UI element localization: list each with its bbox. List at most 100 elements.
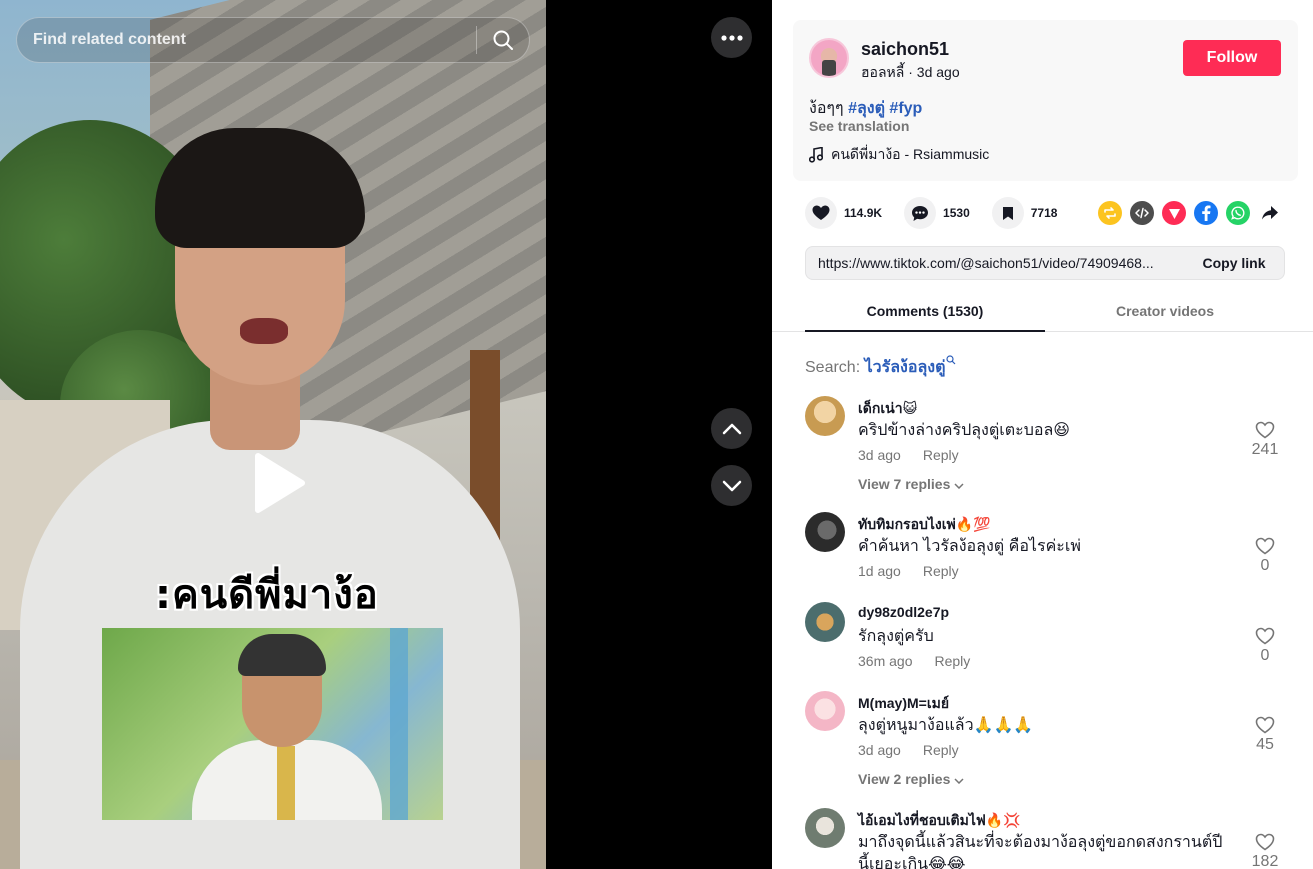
comment-search-suggestion[interactable]: Search: ไวรัลง้อลุงตู่ [805, 355, 956, 380]
tab-creator-videos[interactable]: Creator videos [1045, 296, 1285, 332]
comment-like-button[interactable]: 182 [1245, 833, 1285, 869]
chevron-down-icon [954, 778, 964, 785]
description-text: ง้อๆๆ [809, 100, 849, 117]
comment-like-button[interactable]: 45 [1245, 716, 1285, 754]
copy-link-button[interactable]: Copy link [1184, 255, 1284, 271]
reply-button[interactable]: Reply [923, 742, 959, 758]
comment-text: รักลุงตู่ครับ [858, 628, 934, 645]
like-icon-wrap [805, 197, 837, 229]
comment-like-count: 182 [1251, 853, 1279, 869]
video-area: :คนดีพี่มาง้อ [0, 0, 772, 869]
comment-meta: 3d ago Reply [858, 742, 959, 758]
whatsapp-icon[interactable] [1226, 201, 1250, 225]
view-replies-label: View 7 replies [858, 476, 951, 492]
inset-background [390, 628, 408, 820]
comment-text: ลุงตู่หนูมาง้อแล้ว🙏🙏🙏 [858, 717, 1034, 734]
view-replies-button[interactable]: View 2 replies [858, 771, 964, 787]
tab-comments[interactable]: Comments (1530) [805, 296, 1045, 332]
repost-icon[interactable] [1098, 201, 1122, 225]
commenter-username[interactable]: ไอ้เอมไงที่ชอบเติมไฟ🔥💢 [858, 810, 1021, 832]
author-avatar[interactable] [809, 38, 849, 78]
save-button[interactable]: 7718 [991, 197, 1058, 229]
video-url[interactable]: https://www.tiktok.com/@saichon51/video/… [806, 255, 1184, 271]
see-translation-link[interactable]: See translation [809, 118, 909, 134]
comment-time: 3d ago [858, 447, 901, 463]
previous-video-button[interactable] [711, 408, 752, 449]
hashtag-link[interactable]: #fyp [889, 100, 922, 117]
comment-like-button[interactable]: 241 [1245, 421, 1285, 459]
repost-glyph [1104, 207, 1116, 219]
comment-like-count: 0 [1260, 557, 1270, 574]
details-panel: saichon51 ฮอลหลี้ · 3d ago Follow ง้อๆๆ … [772, 0, 1313, 869]
more-options-button[interactable] [711, 17, 752, 58]
comment-text: มาถึงจุดนี้แล้วสินะที่จะต้องมาง้อลุงตู่ข… [858, 834, 1223, 869]
video-player[interactable]: :คนดีพี่มาง้อ [0, 0, 546, 869]
chevron-up-icon [722, 423, 741, 434]
search-icon [946, 355, 956, 365]
comment-item: dy98z0dl2e7p รักลุงตู่ครับ 36m ago Reply … [805, 602, 1285, 677]
commenter-avatar[interactable] [805, 808, 845, 848]
facebook-glyph [1202, 205, 1211, 221]
comment-search-keyword[interactable]: ไวรัลง้อลุงตู่ [865, 359, 946, 376]
bookmark-icon [1002, 206, 1013, 220]
save-icon-wrap [991, 197, 1024, 229]
inset-person [277, 746, 295, 820]
more-icon [720, 34, 743, 41]
commenter-avatar[interactable] [805, 512, 845, 552]
comment-count: 1530 [943, 206, 970, 220]
save-count: 7718 [1030, 206, 1058, 220]
comment-item: ทับทิมกรอบไงเพ่🔥💯 คำค้นหา ไวรัลง้อลุงตู่… [805, 512, 1285, 587]
reply-button[interactable]: Reply [923, 563, 959, 579]
hashtag-link[interactable]: #ลุงตู่ [848, 100, 885, 117]
like-count: 114.9K [844, 206, 883, 220]
app-root: :คนดีพี่มาง้อ Find related content saich… [0, 0, 1313, 869]
comment-time: 3d ago [858, 742, 901, 758]
facebook-icon[interactable] [1194, 201, 1218, 225]
comment-like-count: 241 [1251, 441, 1279, 458]
comment-like-button[interactable]: 0 [1245, 627, 1285, 665]
next-video-button[interactable] [711, 465, 752, 506]
commenter-avatar[interactable] [805, 602, 845, 642]
reply-button[interactable]: Reply [934, 653, 970, 669]
comment-search-label: Search: [805, 359, 865, 376]
copy-link-box: https://www.tiktok.com/@saichon51/video/… [805, 246, 1285, 280]
comment-item: M(may)M=เมย์ ลุงตู่หนูมาง้อแล้ว🙏🙏🙏 3d ag… [805, 691, 1285, 796]
comment-time: 1d ago [858, 563, 901, 579]
embed-icon[interactable] [1130, 201, 1154, 225]
comment-button[interactable]: 1530 [904, 197, 970, 229]
comment-meta: 3d ago Reply [858, 447, 959, 463]
reply-button[interactable]: Reply [923, 447, 959, 463]
commenter-username[interactable]: dy98z0dl2e7p [858, 604, 949, 620]
share-arrow-glyph [1262, 206, 1278, 220]
music-title: คนดีพี่มาง้อ - Rsiammusic [831, 146, 990, 162]
heart-outline-icon [1255, 627, 1275, 645]
search-bar [16, 17, 530, 63]
comment-item: เด็กเน่า😺 คริปข้างล่างคริปลุงตู่เตะบอล😆 … [805, 396, 1285, 501]
share-arrow-icon[interactable] [1258, 201, 1282, 225]
post-info-card: saichon51 ฮอลหลี้ · 3d ago Follow ง้อๆๆ … [793, 20, 1298, 181]
commenter-username[interactable]: ทับทิมกรอบไงเพ่🔥💯 [858, 514, 991, 536]
commenter-avatar[interactable] [805, 691, 845, 731]
comment-icon-wrap [904, 197, 937, 229]
like-button[interactable]: 114.9K [805, 197, 882, 229]
send-icon[interactable] [1162, 201, 1186, 225]
music-link[interactable]: คนดีพี่มาง้อ - Rsiammusic [809, 144, 989, 166]
author-username[interactable]: saichon51 [861, 39, 949, 60]
view-replies-button[interactable]: View 7 replies [858, 476, 964, 492]
commenter-avatar[interactable] [805, 396, 845, 436]
search-icon [493, 30, 513, 50]
whatsapp-glyph [1231, 206, 1245, 220]
follow-button[interactable]: Follow [1183, 40, 1281, 76]
heart-outline-icon [1255, 833, 1275, 851]
search-input[interactable] [17, 18, 476, 62]
comment-time: 36m ago [858, 653, 913, 669]
search-button[interactable] [477, 18, 529, 62]
comment-like-button[interactable]: 0 [1245, 537, 1285, 575]
author-meta: ฮอลหลี้ · 3d ago [861, 64, 960, 80]
comment-meta: 1d ago Reply [858, 563, 959, 579]
commenter-username[interactable]: M(may)M=เมย์ [858, 693, 949, 715]
heart-outline-icon [1255, 716, 1275, 734]
play-icon[interactable] [250, 452, 306, 514]
comment-like-count: 0 [1260, 647, 1270, 664]
commenter-username[interactable]: เด็กเน่า😺 [858, 398, 917, 420]
